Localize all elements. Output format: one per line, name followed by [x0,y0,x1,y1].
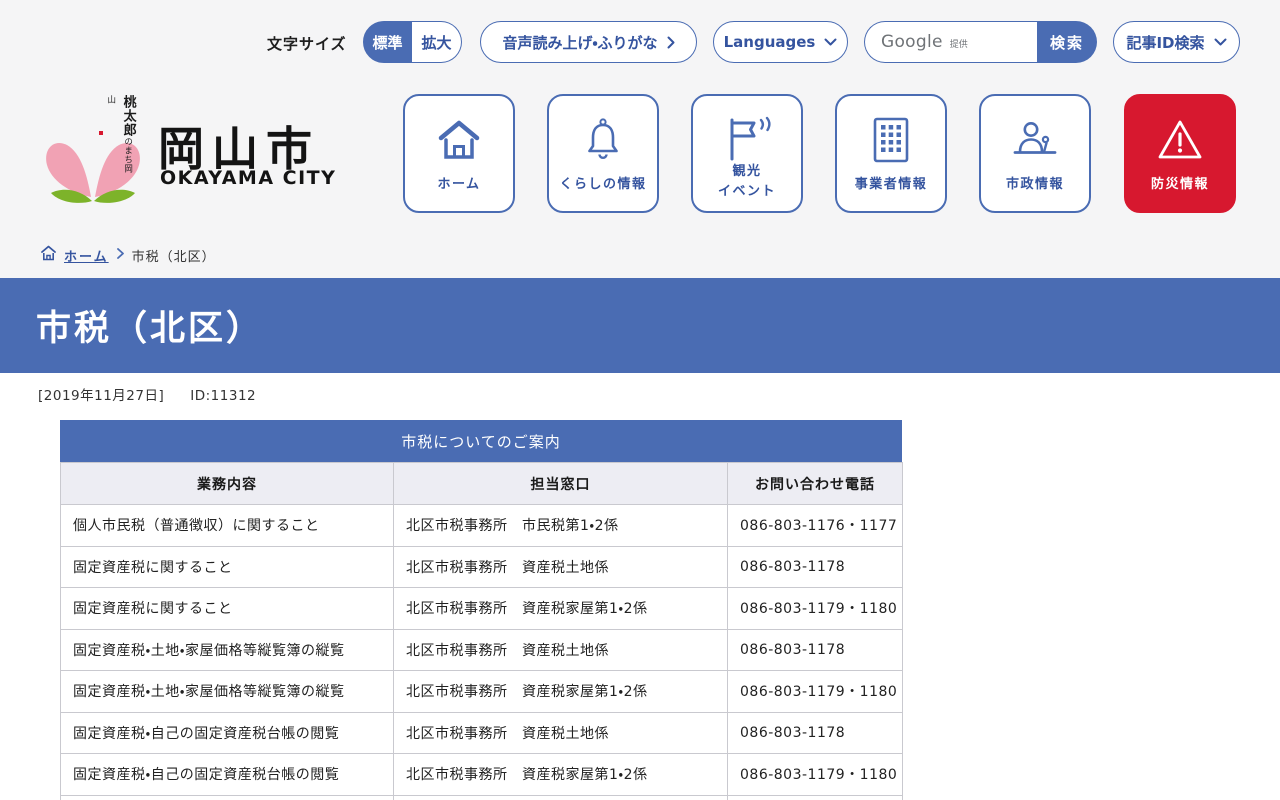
breadcrumb: ホーム 市税（北区） [40,245,216,265]
languages-label: Languages [724,33,816,51]
cell-business: 固定資産税に関すること [61,588,394,630]
table-caption: 市税についてのご案内 [60,420,902,462]
font-size-toggle: 標準 拡大 [363,21,462,63]
speech-furigana-button[interactable]: 音声読み上げ・ふりがな [480,21,697,63]
table-row: 固定資産税に関すること 北区市税事務所 資産税土地係 086-803-1178 [61,546,903,588]
cell-business: 固定資産税に関すること [61,546,394,588]
cell-office: 北区市税事務所 資産税土地係 [394,629,728,671]
col-header-phone: お問い合わせ電話 [728,463,903,505]
cell-office: 北区市税事務所 市民税第1・2係 [394,505,728,547]
cell-business: 固定資産税・自己の固定資産税台帳の閲覧 [61,754,394,796]
nav-home[interactable]: ホーム [403,94,515,213]
nav-city-government[interactable]: 市政情報 [979,94,1091,213]
cell-business: 固定資産税・土地・家屋価格等縦覧簿の縦覧 [61,629,394,671]
article-id: ID:11312 [190,388,256,404]
okayama-city-page: 文字サイズ 標準 拡大 音声読み上げ・ふりがな Languages Google… [0,0,1280,800]
nav-living-info[interactable]: くらしの情報 [547,94,659,213]
breadcrumb-current: 市税（北区） [132,246,216,265]
cell-phone: 086-803-1178 [728,712,903,754]
site-search: Google 提供 検索 [864,21,1097,63]
col-header-office: 担当窓口 [394,463,728,505]
speech-furigana-label: 音声読み上げ・ふりがな [502,32,657,53]
nav-tourism-events-label: 観光イベント [718,162,776,202]
city-name-en: OKAYAMA CITY [160,167,336,189]
site-header: 文字サイズ 標準 拡大 音声読み上げ・ふりがな Languages Google… [0,0,1280,278]
building-icon [873,116,909,164]
article-id-search-button[interactable]: 記事ID検索 [1113,21,1240,63]
nav-disaster-info-label: 防災情報 [1151,175,1209,195]
nav-business-info[interactable]: 事業者情報 [835,94,947,213]
table-row: 固定資産税・土地・家屋価格等縦覧簿の縦覧 北区市税事務所 資産税土地係 086-… [61,629,903,671]
page-title: 市税（北区） [36,300,264,351]
logo-tagline: 桃太郎のまち岡山 [102,95,136,173]
home-icon [436,116,482,164]
city-logo[interactable]: 桃太郎のまち岡山 岡山市 OKAYAMA CITY [40,95,340,207]
nav-tourism-events[interactable]: 観光イベント [691,94,803,213]
cell-office: 北区市税事務所 資産税土地係 [394,712,728,754]
table-header-row: 業務内容 担当窓口 お問い合わせ電話 [61,463,903,505]
tax-info-table: 市税についてのご案内 業務内容 担当窓口 お問い合わせ電話 個人市民税（普通徴収… [60,420,902,800]
cell-phone: 086-803-1179・1180 [728,588,903,630]
chevron-right-icon [667,36,675,49]
cell-business [61,795,394,800]
chevron-down-icon [824,38,837,46]
cell-office: 北区市税事務所 資産税家屋第1・2係 [394,588,728,630]
cell-business: 個人市民税（普通徴収）に関すること [61,505,394,547]
cell-phone: 086-803-1179・1180 [728,671,903,713]
chevron-down-icon [1214,38,1227,46]
breadcrumb-home-link[interactable]: ホーム [40,245,109,265]
nav-home-label: ホーム [437,175,480,195]
breadcrumb-home-label: ホーム [64,246,109,265]
cell-office [394,795,728,800]
cell-business: 固定資産税・土地・家屋価格等縦覧簿の縦覧 [61,671,394,713]
warning-triangle-icon [1156,116,1204,164]
search-button[interactable]: 検索 [1037,21,1097,63]
google-logo: Google [881,32,943,52]
nav-city-government-label: 市政情報 [1006,175,1064,195]
reception-desk-icon [1011,116,1059,164]
article-meta: [2019年11月27日] ID:11312 [38,384,256,404]
cell-phone: 086-803-1178 [728,546,903,588]
logo-red-dot [99,131,103,135]
cell-office: 北区市税事務所 資産税土地係 [394,546,728,588]
col-header-business: 業務内容 [61,463,394,505]
table-row: 固定資産税に関すること 北区市税事務所 資産税家屋第1・2係 086-803-1… [61,588,903,630]
table-row: 固定資産税・自己の固定資産税台帳の閲覧 北区市税事務所 資産税土地係 086-8… [61,712,903,754]
article-date: [2019年11月27日] [38,388,164,404]
table-row: 固定資産税・自己の固定資産税台帳の閲覧 北区市税事務所 資産税家屋第1・2係 0… [61,754,903,796]
page-title-banner: 市税（北区） [0,278,1280,373]
home-icon [40,245,57,265]
cell-office: 北区市税事務所 資産税家屋第1・2係 [394,671,728,713]
search-input[interactable]: Google 提供 [864,21,1037,63]
table-row: 個人市民税（普通徴収）に関すること 北区市税事務所 市民税第1・2係 086-8… [61,505,903,547]
bell-icon [582,116,624,164]
table-row: 固定資産税・土地・家屋価格等縦覧簿の縦覧 北区市税事務所 資産税家屋第1・2係 … [61,671,903,713]
google-provided-label: 提供 [950,34,968,50]
nav-living-info-label: くらしの情報 [559,175,646,195]
font-size-standard-button[interactable]: 標準 [363,21,412,63]
article-id-search-label: 記事ID検索 [1126,32,1204,53]
languages-button[interactable]: Languages [713,21,848,63]
table-row-partial [61,795,903,800]
cell-business: 固定資産税・自己の固定資産税台帳の閲覧 [61,712,394,754]
cell-phone: 086-803-1176・1177 [728,505,903,547]
nav-disaster-info[interactable]: 防災情報 [1124,94,1236,213]
cell-phone [728,795,903,800]
cell-phone: 086-803-1178 [728,629,903,671]
cell-office: 北区市税事務所 資産税家屋第1・2係 [394,754,728,796]
flag-icon [721,116,773,162]
chevron-right-icon [117,248,124,263]
font-size-large-button[interactable]: 拡大 [412,21,462,63]
font-size-label: 文字サイズ [267,33,347,54]
cell-phone: 086-803-1179・1180 [728,754,903,796]
nav-business-info-label: 事業者情報 [855,175,928,195]
